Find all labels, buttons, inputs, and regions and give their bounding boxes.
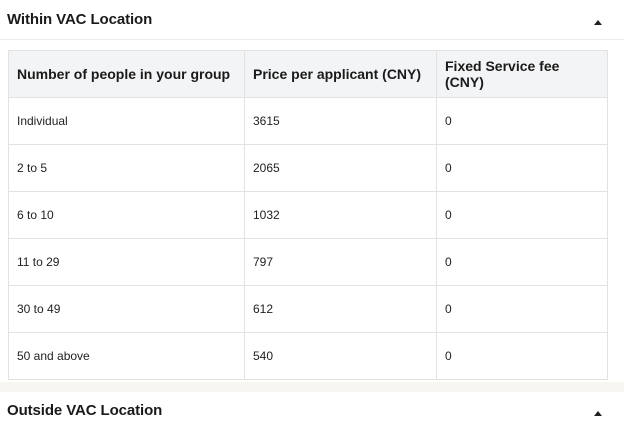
chevron-up-icon[interactable]	[594, 410, 602, 416]
group-size-cell: 50 and above	[8, 332, 245, 380]
fixed-fee-cell: 0	[436, 144, 608, 192]
table-header-row: Number of people in your group Price per…	[8, 50, 608, 98]
group-size-cell: 2 to 5	[8, 144, 245, 192]
table-row: 50 and above 540 0	[8, 332, 608, 380]
column-header-price: Price per applicant (CNY)	[244, 50, 437, 98]
price-cell: 2065	[244, 144, 437, 192]
price-cell: 797	[244, 238, 437, 286]
column-header-fixed-fee: Fixed Service fee (CNY)	[436, 50, 608, 98]
fixed-fee-cell: 0	[436, 238, 608, 286]
fixed-fee-cell: 0	[436, 285, 608, 333]
price-cell: 612	[244, 285, 437, 333]
price-cell: 1032	[244, 191, 437, 239]
column-header-group-size: Number of people in your group	[8, 50, 245, 98]
fixed-fee-cell: 0	[436, 332, 608, 380]
table-row: Individual 3615 0	[8, 97, 608, 145]
chevron-up-icon[interactable]	[594, 20, 602, 25]
table-row: 6 to 10 1032 0	[8, 191, 608, 239]
within-vac-fee-table: Number of people in your group Price per…	[8, 50, 608, 380]
table-row: 30 to 49 612 0	[8, 285, 608, 333]
table-row: 11 to 29 797 0	[8, 238, 608, 286]
group-size-cell: 30 to 49	[8, 285, 245, 333]
section-divider-band	[0, 382, 624, 392]
fixed-fee-cell: 0	[436, 97, 608, 145]
group-size-cell: 6 to 10	[8, 191, 245, 239]
group-size-cell: Individual	[8, 97, 245, 145]
fixed-fee-cell: 0	[436, 191, 608, 239]
outside-vac-section-header[interactable]: Outside VAC Location	[0, 392, 624, 428]
price-cell: 3615	[244, 97, 437, 145]
outside-vac-title: Outside VAC Location	[7, 401, 163, 419]
price-cell: 540	[244, 332, 437, 380]
group-size-cell: 11 to 29	[8, 238, 245, 286]
table-row: 2 to 5 2065 0	[8, 144, 608, 192]
within-vac-title: Within VAC Location	[7, 11, 153, 28]
within-vac-section-header[interactable]: Within VAC Location	[0, 0, 624, 40]
